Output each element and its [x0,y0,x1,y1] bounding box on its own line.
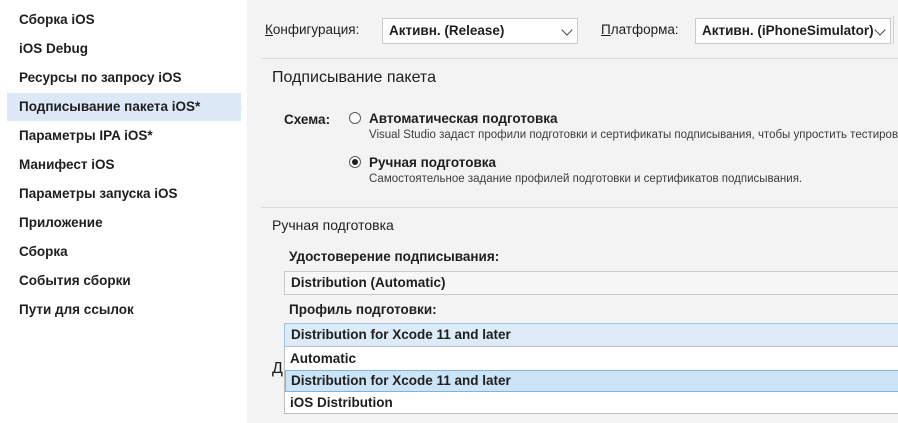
chevron-down-icon [561,24,573,36]
sidebar-item-on-demand-resources[interactable]: Ресурсы по запросу iOS [7,64,241,92]
auto-provisioning-description: Visual Studio задаст профили подготовки … [369,129,898,141]
chevron-down-icon [874,24,886,36]
auto-provisioning-title[interactable]: Автоматическая подготовка [369,111,558,126]
sidebar-item-ios-debug[interactable]: iOS Debug [7,35,241,63]
configuration-label: Конфигурация: [265,22,360,37]
sidebar-item-ipa-options[interactable]: Параметры IPA iOS* [7,122,241,150]
dropdown-option-ios-distribution[interactable]: iOS Distribution [285,392,898,414]
configuration-value: Активн. (Release) [389,23,505,38]
provisioning-profile-dropdown: Automatic Distribution for Xcode 11 and … [284,346,898,414]
main-panel: Конфигурация: Активн. (Release) Платформ… [247,0,898,423]
scheme-label: Схема: [284,112,331,127]
manual-provisioning-description: Самостоятельное задание профилей подгото… [369,173,803,185]
sidebar-item-build[interactable]: Сборка [7,238,241,266]
manual-section-title: Ручная подготовка [272,217,394,233]
sidebar-item-ios-manifest[interactable]: Манифест iOS [7,151,241,179]
obscured-section-heading: Д [272,360,283,377]
sidebar-item-application[interactable]: Приложение [7,209,241,237]
provisioning-profile-combo[interactable]: Distribution for Xcode 11 and later [284,323,898,347]
section-divider [261,207,898,208]
section-divider [261,58,898,59]
sidebar-item-ios-build[interactable]: Сборка iOS [7,6,241,34]
manual-provisioning-title[interactable]: Ручная подготовка [369,155,496,170]
sidebar: Сборка iOS iOS Debug Ресурсы по запросу … [0,0,247,423]
auto-provisioning-radio[interactable] [349,112,361,124]
selected-indicator [234,93,242,121]
manual-provisioning-radio[interactable] [349,156,361,168]
provisioning-profile-label: Профиль подготовки: [289,302,437,317]
sidebar-item-run-options[interactable]: Параметры запуска iOS [7,180,241,208]
signing-identity-label: Удостоверение подписывания: [289,249,500,264]
platform-combo[interactable]: Активн. (iPhoneSimulator) [695,18,891,44]
platform-label: Платформа: [601,22,679,37]
configuration-combo[interactable]: Активн. (Release) [382,18,578,44]
dropdown-option-distribution-xcode11[interactable]: Distribution for Xcode 11 and later [285,370,898,392]
signing-identity-combo[interactable]: Distribution (Automatic) [284,271,898,295]
toolbar-divider [893,16,894,44]
platform-value: Активн. (iPhoneSimulator) [702,23,874,38]
sidebar-item-bundle-signing[interactable]: Подписывание пакета iOS* [7,93,241,121]
dropdown-option-automatic[interactable]: Automatic [285,348,898,370]
sidebar-item-reference-paths[interactable]: Пути для ссылок [7,296,241,324]
sidebar-item-build-events[interactable]: События сборки [7,267,241,295]
signing-section-title: Подписывание пакета [272,69,436,86]
